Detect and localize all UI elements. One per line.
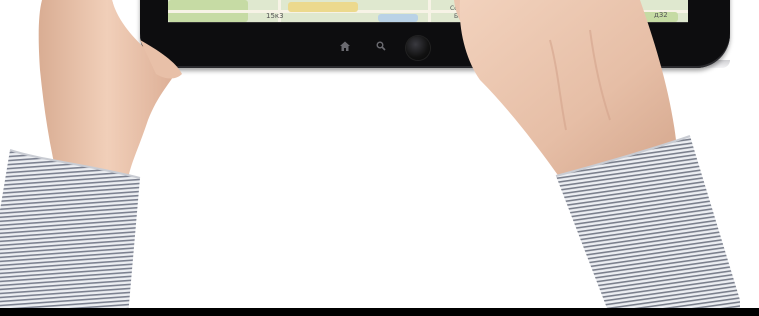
- right-hand: [454, 0, 740, 316]
- bottom-black-bar: [0, 308, 759, 316]
- search-icon[interactable]: [376, 41, 386, 51]
- front-camera: [406, 36, 430, 60]
- map-label: 15к3: [266, 12, 284, 20]
- left-hand: [0, 0, 182, 316]
- photo-scene: 15к3 Сокольн Багу д32: [0, 0, 759, 316]
- home-icon[interactable]: [339, 40, 351, 52]
